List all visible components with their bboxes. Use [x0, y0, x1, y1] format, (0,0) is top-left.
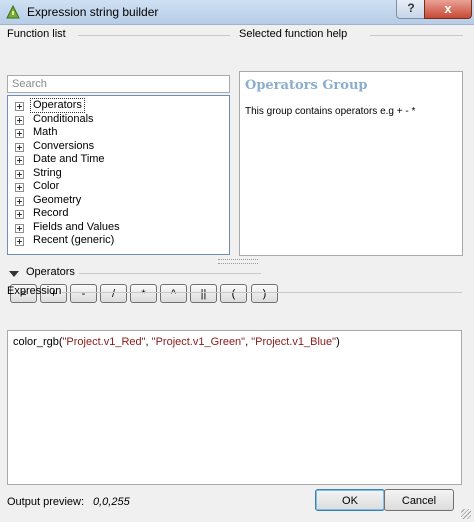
- help-title: Operators Group: [245, 78, 368, 93]
- help-icon[interactable]: ?: [396, 0, 426, 19]
- expand-icon[interactable]: [15, 196, 24, 206]
- close-icon[interactable]: x: [424, 0, 472, 19]
- tree-item-label: Color: [33, 180, 60, 192]
- operator-multiply-button[interactable]: *: [130, 284, 157, 303]
- output-preview-label: Output preview:: [7, 496, 85, 508]
- function-help-label: Selected function help: [239, 28, 348, 40]
- tree-item-math[interactable]: Math: [8, 126, 223, 139]
- expand-icon[interactable]: [15, 129, 24, 138]
- tree-item-label: Operators: [30, 98, 85, 113]
- tree-item-conditionals[interactable]: Conditionals: [8, 113, 223, 126]
- tree-item-geometry[interactable]: Geometry: [8, 194, 223, 207]
- operators-divider: [79, 273, 261, 274]
- expand-icon[interactable]: [15, 169, 24, 179]
- operator-power-button[interactable]: ^: [160, 284, 187, 303]
- expand-icon[interactable]: [15, 223, 24, 233]
- size-grip-icon[interactable]: [461, 509, 471, 519]
- expression-function: color_rgb(: [13, 336, 63, 348]
- expression-arg-green: "Project.v1_Green": [151, 336, 246, 348]
- expand-icon[interactable]: [15, 102, 24, 111]
- tree-item-string[interactable]: String: [8, 167, 223, 180]
- tree-item-recent-generic[interactable]: Recent (generic): [8, 234, 223, 247]
- tree-item-color[interactable]: Color: [8, 180, 223, 193]
- expression-arg-red: "Project.v1_Red": [62, 336, 146, 348]
- expand-icon[interactable]: [15, 115, 24, 125]
- function-list-label: Function list: [7, 28, 66, 40]
- expression-text: color_rgb("Project.v1_Red", "Project.v1_…: [13, 336, 340, 348]
- tree-item-label: Recent (generic): [33, 234, 115, 246]
- expand-icon[interactable]: [15, 156, 24, 165]
- expression-label: Expression: [7, 285, 62, 297]
- tree-item-record[interactable]: Record: [8, 207, 223, 220]
- function-tree[interactable]: Operators Conditionals Math Conversions …: [7, 95, 230, 255]
- collapse-arrow-icon[interactable]: [9, 271, 19, 277]
- operators-label: Operators: [26, 266, 75, 278]
- tree-item-operators[interactable]: Operators: [8, 98, 223, 113]
- tree-item-label: Math: [33, 126, 58, 138]
- expression-close-paren: ): [336, 336, 340, 348]
- splitter-handle[interactable]: [218, 259, 258, 264]
- title-bar[interactable]: Expression string builder ? x: [0, 0, 474, 25]
- expression-editor[interactable]: color_rgb("Project.v1_Red", "Project.v1_…: [7, 330, 462, 485]
- expand-icon[interactable]: [15, 142, 24, 152]
- expression-arg-blue: "Project.v1_Blue": [251, 336, 337, 348]
- function-list-divider: [78, 35, 230, 36]
- tree-item-label: Record: [33, 207, 69, 219]
- dialog-body: Function list Operators Conditionals Mat…: [0, 25, 474, 522]
- ok-button[interactable]: OK: [315, 489, 385, 511]
- operator-divide-button[interactable]: /: [100, 284, 127, 303]
- tree-item-label: Geometry: [33, 193, 82, 206]
- expand-icon[interactable]: [15, 210, 24, 219]
- help-body: This group contains operators e.g + - *: [245, 106, 416, 117]
- cancel-button[interactable]: Cancel: [384, 489, 454, 511]
- tree-item-fields-and-values[interactable]: Fields and Values: [8, 221, 223, 234]
- tree-item-label: Fields and Values: [33, 220, 120, 233]
- tree-item-conversions[interactable]: Conversions: [8, 140, 223, 153]
- tree-item-label: Conditionals: [33, 112, 94, 125]
- window-title: Expression string builder: [27, 5, 159, 19]
- tree-item-date-and-time[interactable]: Date and Time: [8, 153, 223, 166]
- operator-open-paren-button[interactable]: (: [220, 284, 247, 303]
- expression-divider: [62, 292, 462, 293]
- tree-item-label: Conversions: [33, 139, 95, 152]
- qgis-expression-icon: [6, 4, 20, 19]
- tree-item-label: Date and Time: [33, 153, 105, 165]
- function-help-divider: [370, 35, 463, 36]
- expand-icon[interactable]: [15, 183, 24, 192]
- operator-minus-button[interactable]: -: [70, 284, 97, 303]
- operator-concat-button[interactable]: ||: [190, 284, 217, 303]
- function-help-panel: Operators Group This group contains oper…: [239, 71, 463, 256]
- expand-icon[interactable]: [15, 237, 24, 246]
- tree-item-label: String: [33, 166, 62, 179]
- search-input[interactable]: [7, 75, 230, 93]
- operator-close-paren-button[interactable]: ): [251, 284, 278, 303]
- output-preview-value: 0,0,255: [93, 496, 130, 508]
